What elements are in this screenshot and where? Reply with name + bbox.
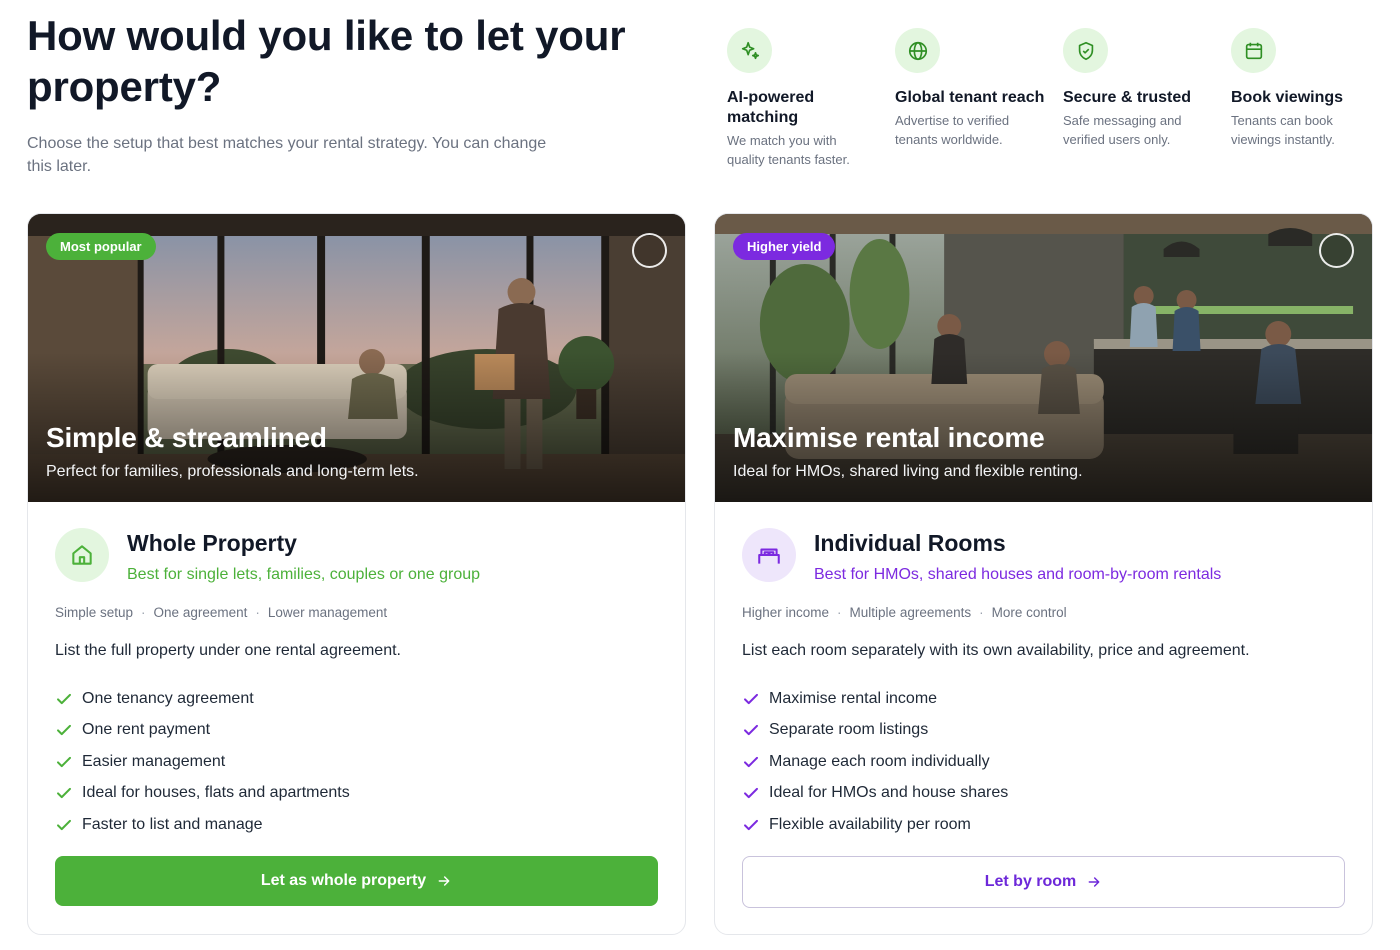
- benefit-item: Flexible availability per room: [742, 809, 1008, 841]
- benefit-item: Faster to list and manage: [55, 809, 350, 841]
- meta-item: More control: [991, 605, 1067, 620]
- calendar-icon: [1231, 28, 1276, 73]
- feature-highlights: AI-powered matching We match you with qu…: [727, 28, 1387, 178]
- feature-desc: Tenants can book viewings instantly.: [1231, 113, 1335, 147]
- option-tagline: Best for single lets, families, couples …: [127, 566, 481, 583]
- badge-most-popular: Most popular: [46, 233, 156, 260]
- benefit-list: Maximise rental income Separate room lis…: [742, 683, 1008, 841]
- hero-subtitle: Ideal for HMOs, shared living and flexib…: [733, 463, 1083, 480]
- benefit-label: Separate room listings: [769, 721, 929, 739]
- hero-title: Simple & streamlined: [46, 422, 327, 453]
- check-icon: [744, 756, 758, 767]
- globe-icon: [895, 28, 940, 73]
- benefit-item: Ideal for houses, flats and apartments: [55, 778, 350, 810]
- meta-item: One agreement: [153, 605, 248, 620]
- hero-image-individual-rooms: Higher yield Maximise rental income Idea…: [715, 214, 1372, 502]
- check-icon: [57, 693, 71, 704]
- meta-separator: ·: [255, 605, 260, 620]
- benefit-label: Ideal for houses, flats and apartments: [82, 784, 350, 802]
- feature-title: AI-powered matching: [727, 89, 815, 126]
- button-label: Let by room: [984, 873, 1077, 890]
- feature-title: Global tenant reach: [895, 89, 1045, 106]
- meta-item: Lower management: [267, 605, 388, 620]
- check-icon: [744, 788, 758, 799]
- arrow-right-icon: [438, 876, 450, 886]
- arrow-right-icon: [1088, 877, 1100, 887]
- let-by-room-button[interactable]: Let by room: [742, 856, 1345, 908]
- check-icon: [57, 756, 71, 767]
- benefit-label: One tenancy agreement: [82, 689, 254, 707]
- option-card-whole-property[interactable]: Most popular Simple & streamlined Perfec…: [27, 213, 686, 935]
- shield-check-icon: [1063, 28, 1108, 73]
- benefit-list: One tenancy agreement One rent payment E…: [55, 683, 350, 841]
- benefit-label: Easier management: [82, 752, 226, 770]
- sparkles-icon: [727, 28, 772, 73]
- feature-title: Secure & trusted: [1063, 89, 1192, 106]
- bed-icon: [742, 528, 796, 582]
- meta-separator: ·: [837, 605, 842, 620]
- benefit-item: Manage each room individually: [742, 746, 1008, 778]
- feature-secure: Secure & trusted Safe messaging and veri…: [1063, 28, 1213, 149]
- option-title: Individual Rooms: [814, 530, 1006, 556]
- option-title: Whole Property: [127, 530, 297, 556]
- badge-higher-yield: Higher yield: [733, 233, 836, 260]
- benefit-label: Flexible availability per room: [769, 815, 971, 833]
- feature-title: Book viewings: [1231, 89, 1344, 106]
- meta-item: Higher income: [742, 605, 830, 620]
- page-subtitle: Choose the setup that best matches your …: [27, 135, 547, 175]
- hero-image-whole-property: Most popular Simple & streamlined Perfec…: [28, 214, 685, 502]
- check-icon: [57, 725, 71, 736]
- benefit-label: Manage each room individually: [769, 752, 990, 770]
- benefit-item: One rent payment: [55, 715, 350, 747]
- feature-desc: We match you with quality tenants faster…: [727, 133, 850, 167]
- meta-separator: ·: [979, 605, 984, 620]
- select-radio-whole-property[interactable]: [632, 233, 667, 268]
- option-card-individual-rooms[interactable]: Higher yield Maximise rental income Idea…: [714, 213, 1373, 935]
- benefit-label: Maximise rental income: [769, 689, 938, 707]
- meta-item: Simple setup: [55, 605, 134, 620]
- feature-desc: Advertise to verified tenants worldwide.: [895, 113, 1010, 147]
- check-icon: [57, 788, 71, 799]
- hero-title: Maximise rental income: [733, 422, 1045, 453]
- benefit-item: Ideal for HMOs and house shares: [742, 778, 1008, 810]
- meta-item: Multiple agreements: [849, 605, 972, 620]
- option-description: List the full property under one rental …: [55, 642, 401, 659]
- benefit-item: Separate room listings: [742, 715, 1008, 747]
- feature-viewings: Book viewings Tenants can book viewings …: [1231, 28, 1381, 149]
- house-icon: [55, 528, 109, 582]
- benefit-item: Maximise rental income: [742, 683, 1008, 715]
- option-tagline: Best for HMOs, shared houses and room-by…: [814, 566, 1222, 583]
- check-icon: [744, 819, 758, 830]
- page-title: How would you like to let your property?: [27, 12, 626, 110]
- option-meta: Simple setup · One agreement · Lower managem…: [55, 605, 387, 620]
- check-icon: [744, 693, 758, 704]
- benefit-item: One tenancy agreement: [55, 683, 350, 715]
- hero-subtitle: Perfect for families, professionals and …: [46, 463, 419, 480]
- button-label: Let as whole property: [260, 872, 427, 889]
- let-whole-property-button[interactable]: Let as whole property: [55, 856, 658, 906]
- option-description: List each room separately with its own a…: [742, 642, 1250, 659]
- option-meta: Higher income · Multiple agreements · More c…: [742, 605, 1067, 620]
- feature-ai-matching: AI-powered matching We match you with qu…: [727, 28, 877, 169]
- meta-separator: ·: [141, 605, 146, 620]
- benefit-label: Ideal for HMOs and house shares: [769, 784, 1009, 802]
- select-radio-individual-rooms[interactable]: [1319, 233, 1354, 268]
- page-header: How would you like to let your property?…: [27, 10, 647, 178]
- feature-global-reach: Global tenant reach Advertise to verifie…: [895, 28, 1045, 149]
- feature-desc: Safe messaging and verified users only.: [1063, 113, 1182, 147]
- check-icon: [57, 819, 71, 830]
- benefit-label: One rent payment: [82, 721, 211, 739]
- check-icon: [744, 725, 758, 736]
- benefit-label: Faster to list and manage: [82, 815, 263, 833]
- benefit-item: Easier management: [55, 746, 350, 778]
